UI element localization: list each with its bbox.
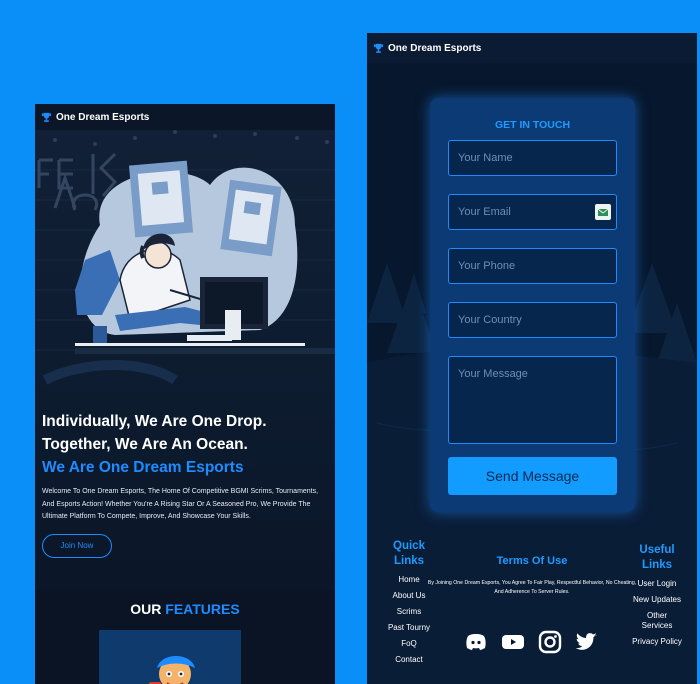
features-heading-word2: FEATURES (165, 601, 240, 617)
feature-card[interactable] (99, 630, 241, 684)
form-title: GET IN TOUCH (494, 119, 571, 131)
footer-link-contact[interactable]: Contact (383, 655, 435, 665)
message-field[interactable]: Your Message (448, 356, 617, 444)
country-field[interactable]: Your Country (448, 302, 617, 338)
top-nav: One Dream Esports (35, 104, 335, 130)
footer-link-user-login[interactable]: User Login (631, 579, 683, 589)
footer-link-scrims[interactable]: Scrims (383, 607, 435, 617)
hero-text: Individually, We Are One Drop. Together,… (42, 410, 332, 558)
phone-field[interactable]: Your Phone (448, 248, 617, 284)
brand-name[interactable]: One Dream Esports (56, 112, 149, 123)
discord-icon[interactable] (464, 630, 488, 654)
mascot-icon (149, 656, 195, 684)
gamer-illustration (35, 130, 335, 385)
top-nav: One Dream Esports (367, 33, 697, 63)
trophy-icon (373, 43, 384, 53)
twitter-icon[interactable] (575, 630, 599, 654)
terms-of-use: Terms Of Use By Joining One Dream Esport… (427, 555, 637, 597)
footer: Quick Links Home About Us Scrims Past To… (367, 533, 697, 684)
join-now-button[interactable]: Join Now (42, 533, 112, 558)
hero-heading-line1: Individually, We Are One Drop. (42, 413, 267, 430)
brand-name[interactable]: One Dream Esports (388, 43, 481, 54)
footer-link-new-updates[interactable]: New Updates (631, 595, 683, 605)
email-field-placeholder: Your Email (458, 206, 511, 218)
instagram-icon[interactable] (538, 630, 562, 654)
contact-page-preview: One Dream Esports GET IN TOUCH Your Name… (367, 33, 697, 684)
name-field[interactable]: Your Name (448, 140, 617, 176)
footer-link-other-services[interactable]: Other Services (631, 611, 683, 631)
email-field[interactable]: Your Email (448, 194, 617, 230)
features-heading-word1: OUR (130, 601, 162, 617)
hero-heading-line2: Together, We Are An Ocean. (42, 436, 248, 453)
youtube-icon[interactable] (501, 630, 525, 654)
send-message-button[interactable]: Send Message (448, 457, 617, 495)
features-heading: OUR FEATURES (35, 601, 335, 617)
contact-form: GET IN TOUCH Your Name Your Email Your P… (430, 98, 635, 512)
useful-links: Useful Links User Login New Updates Othe… (631, 543, 683, 647)
footer-link-faq[interactable]: FoQ (383, 639, 435, 649)
useful-links-title: Useful Links (639, 544, 675, 571)
landing-page-preview: One Dream Esports Individually, We Are O… (35, 104, 335, 684)
trophy-icon (41, 112, 52, 122)
terms-title: Terms Of Use (496, 555, 568, 567)
footer-link-past-tourny[interactable]: Past Tourny (383, 623, 435, 633)
social-links (464, 630, 599, 654)
hero-intro: Welcome To One Dream Esports, The Home O… (42, 488, 319, 520)
hero-heading-line3: We Are One Dream Esports (42, 459, 244, 476)
terms-text: By Joining One Dream Esports, You Agree … (427, 580, 637, 595)
email-autofill-icon[interactable] (595, 204, 611, 220)
footer-link-privacy-policy[interactable]: Privacy Policy (631, 637, 683, 647)
